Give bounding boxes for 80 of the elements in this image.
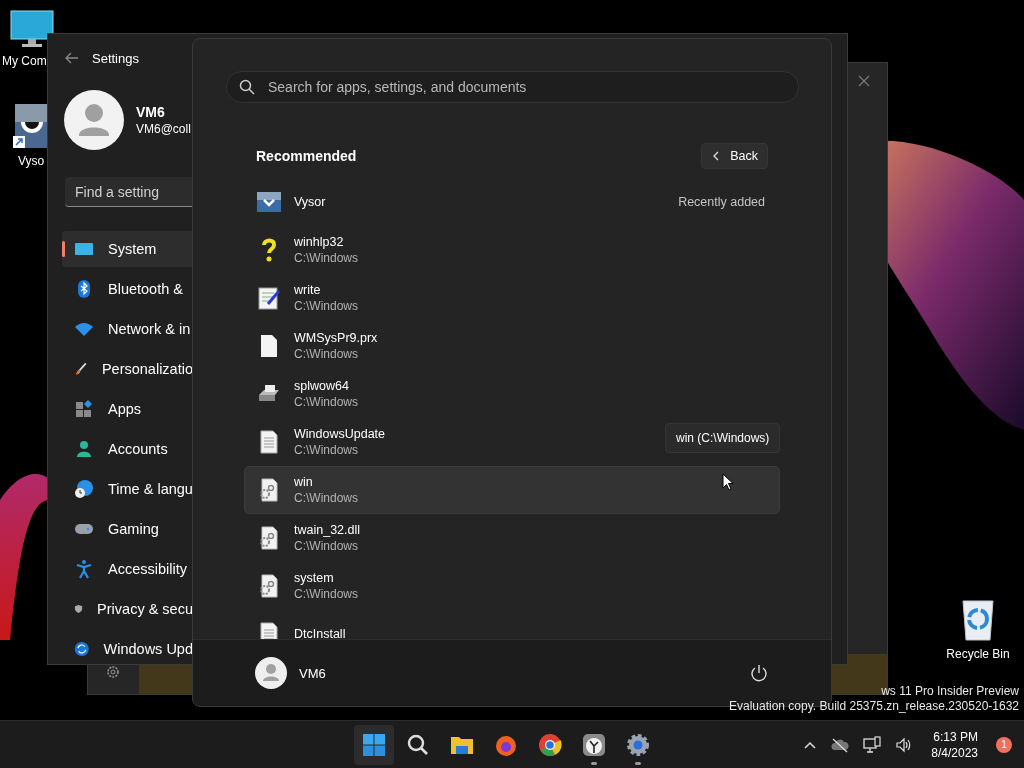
desktop-icon-label[interactable]: Recycle Bin bbox=[946, 647, 1010, 661]
avatar-icon bbox=[255, 657, 287, 690]
nav-item[interactable]: Time & langu bbox=[62, 471, 193, 507]
file-list-item[interactable]: splwow64 C:\Windows bbox=[244, 370, 780, 418]
avatar-icon bbox=[64, 90, 124, 150]
chevron-up-icon[interactable] bbox=[803, 739, 818, 750]
file-list-item[interactable]: win C:\Windows bbox=[244, 466, 780, 514]
chevron-left-icon bbox=[712, 151, 721, 161]
user-name: VM6 bbox=[136, 104, 166, 120]
file-path: C:\Windows bbox=[294, 251, 358, 265]
user-account-button[interactable]: VM6 bbox=[255, 657, 326, 690]
network-icon[interactable] bbox=[863, 735, 882, 754]
section-title: Recommended bbox=[256, 148, 357, 164]
recycle-bin-icon[interactable] bbox=[961, 597, 995, 641]
clock-icon bbox=[581, 731, 607, 758]
file-name: system bbox=[294, 571, 334, 585]
back-arrow-icon[interactable] bbox=[65, 52, 79, 64]
file-name: winhlp32 bbox=[294, 235, 344, 249]
cloud-off-icon[interactable] bbox=[831, 736, 850, 753]
update-icon bbox=[74, 639, 90, 659]
nav-item[interactable]: Bluetooth & bbox=[62, 271, 193, 307]
monitor-icon[interactable] bbox=[10, 10, 54, 48]
cursor-icon bbox=[722, 473, 734, 491]
apps-icon bbox=[74, 399, 94, 419]
file-name: win bbox=[294, 475, 313, 489]
file-list-item[interactable]: Vysor Recently added bbox=[244, 178, 780, 226]
time-icon bbox=[74, 479, 94, 499]
accounts-icon bbox=[74, 439, 94, 459]
nav-item[interactable]: Apps bbox=[62, 391, 193, 427]
file-path: C:\Windows bbox=[294, 299, 358, 313]
desktop-icon-label[interactable]: Vyso bbox=[17, 154, 45, 168]
app-icon bbox=[256, 189, 282, 215]
close-icon[interactable] bbox=[858, 75, 870, 87]
watermark-text: Evaluation copy. Build 25375.zn_release.230520-1632 bbox=[729, 699, 1019, 714]
search-icon bbox=[239, 79, 255, 95]
user-email: VM6@coll bbox=[136, 122, 191, 136]
search-field[interactable]: Find a setting bbox=[65, 177, 193, 207]
file-name: WMSysPr9.prx bbox=[294, 331, 378, 345]
file-path: C:\Windows bbox=[294, 395, 358, 409]
file-list-item[interactable]: twain_32.dll C:\Windows bbox=[244, 514, 780, 562]
nav-item[interactable]: Privacy & secu bbox=[62, 591, 193, 627]
file-path: C:\Windows bbox=[294, 491, 358, 505]
file-path: C:\Windows bbox=[294, 539, 358, 553]
file-name: twain_32.dll bbox=[294, 523, 360, 537]
file-list-item[interactable]: write C:\Windows bbox=[244, 274, 780, 322]
file-name: splwow64 bbox=[294, 379, 349, 393]
tooltip: win (C:\Windows) bbox=[665, 423, 781, 453]
desktop-icon-label[interactable]: My Com bbox=[2, 54, 47, 68]
recently-added-label: Recently added bbox=[678, 195, 765, 209]
browser-icon bbox=[537, 731, 563, 758]
file-path: C:\Windows bbox=[294, 347, 358, 361]
settings-icon[interactable] bbox=[106, 665, 120, 679]
four-squares-logo-icon bbox=[361, 731, 387, 758]
notepad-icon bbox=[256, 285, 282, 311]
file-name: WindowsUpdate bbox=[294, 427, 385, 441]
file-list-item[interactable]: WMSysPr9.prx C:\Windows bbox=[244, 322, 780, 370]
gear-icon bbox=[625, 731, 651, 758]
nav-item[interactable]: Accounts bbox=[62, 431, 193, 467]
file-name: write bbox=[294, 283, 321, 297]
search-field[interactable]: Search for apps, settings, and documents bbox=[226, 71, 799, 103]
app-shortcut-icon[interactable] bbox=[13, 104, 49, 148]
nav-item[interactable]: Windows Upd bbox=[62, 631, 193, 667]
taskbar-button[interactable] bbox=[354, 724, 394, 765]
file-name: Vysor bbox=[294, 195, 326, 209]
file-name: DtcInstall bbox=[294, 627, 346, 640]
nav-item[interactable]: Personalizatio bbox=[62, 351, 193, 387]
file-list-item[interactable]: winhlp32 C:\Windows bbox=[244, 226, 780, 274]
watermark-text: ws 11 Pro Insider Preview bbox=[881, 684, 1019, 699]
accessibility-icon bbox=[74, 559, 94, 579]
file-path: C:\Windows bbox=[294, 587, 358, 601]
power-icon[interactable] bbox=[750, 664, 768, 683]
file-path: C:\Windows bbox=[294, 443, 358, 457]
nav-item[interactable]: Network & in bbox=[62, 311, 193, 347]
clock[interactable]: 6:13 PM 8/4/2023 bbox=[927, 728, 982, 761]
window-title: Settings bbox=[92, 50, 139, 66]
file-list-item[interactable]: system C:\Windows bbox=[244, 562, 780, 610]
nav-item[interactable]: Accessibility bbox=[62, 551, 193, 587]
nav-item[interactable]: Gaming bbox=[62, 511, 193, 547]
nav-item[interactable]: System bbox=[62, 231, 193, 267]
back-button[interactable]: Back bbox=[701, 143, 768, 169]
